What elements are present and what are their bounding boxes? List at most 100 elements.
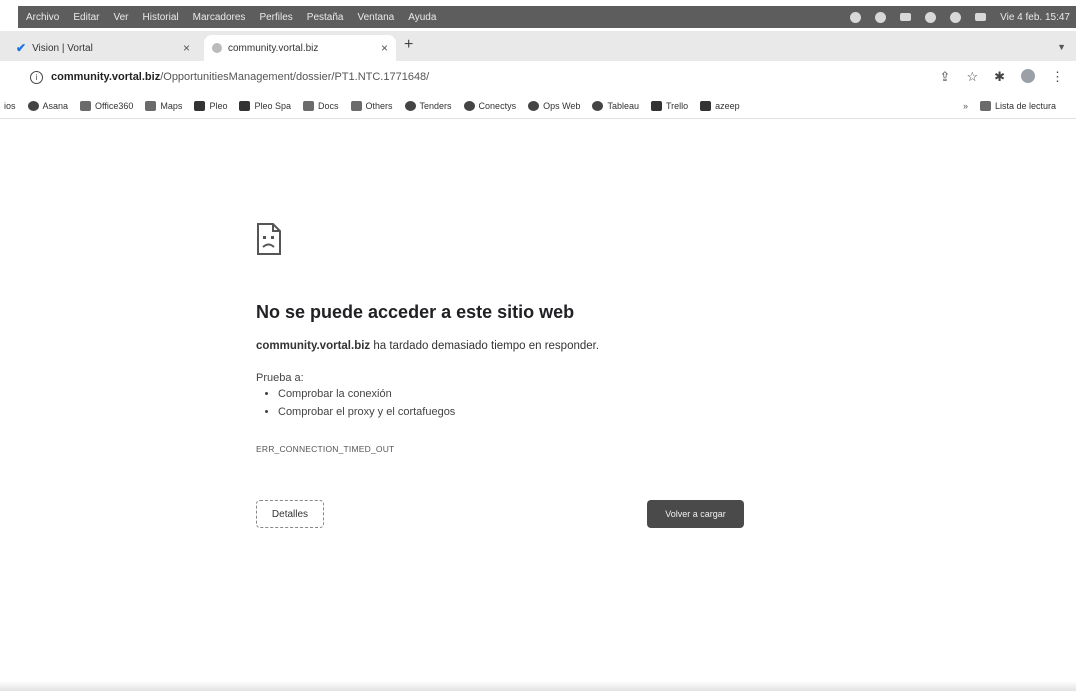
- suggestion-item: Comprobar el proxy y el cortafuegos: [278, 406, 455, 418]
- tableau-icon: [592, 100, 604, 111]
- tab-search-chevron-icon[interactable]: ▼: [1057, 42, 1066, 52]
- bookmark-pleo-spa[interactable]: Pleo Spa: [239, 100, 291, 111]
- error-description-text: ha tardado demasiado tiempo en responder…: [370, 340, 600, 352]
- menu-ventana[interactable]: Ventana: [358, 12, 395, 23]
- bookmark-tableau[interactable]: Tableau: [592, 100, 639, 111]
- bookmark-tenders[interactable]: Tenders: [404, 100, 452, 111]
- bookmark-trello[interactable]: Trello: [650, 100, 689, 111]
- bookmark-label: Others: [365, 100, 393, 111]
- new-tab-button[interactable]: +: [404, 36, 413, 54]
- error-description: community.vortal.biz ha tardado demasiad…: [256, 340, 599, 352]
- tab-vision-vortal[interactable]: ✔ Vision | Vortal ×: [8, 35, 198, 61]
- bookmark-ops-web[interactable]: Ops Web: [528, 100, 581, 111]
- tenders-icon: [404, 100, 416, 111]
- bookmark-label: Ops Web: [543, 100, 581, 111]
- profile-avatar[interactable]: [1021, 69, 1035, 83]
- bookmark-others[interactable]: Others: [350, 100, 393, 111]
- cloud-icon[interactable]: [850, 11, 862, 23]
- bookmark-azeep[interactable]: azeep: [700, 100, 740, 111]
- folder-icon: [80, 100, 92, 111]
- star-icon[interactable]: ☆: [966, 69, 978, 85]
- suggestions-list: Comprobar la conexión Comprobar el proxy…: [266, 388, 455, 424]
- menu-bar: Archivo Editar Ver Historial Marcadores …: [18, 6, 1076, 28]
- reading-list-label: Lista de lectura: [994, 100, 1056, 111]
- menu-editar[interactable]: Editar: [73, 12, 99, 23]
- bookmark-label: azeep: [715, 100, 740, 111]
- url-host: community.vortal.biz: [51, 71, 161, 83]
- globe-icon: [212, 43, 222, 53]
- error-title: No se puede acceder a este sitio web: [256, 302, 575, 322]
- details-button[interactable]: Detalles: [256, 500, 324, 528]
- control-center-icon[interactable]: [975, 13, 987, 21]
- pleo-icon: [194, 100, 206, 111]
- trello-icon: [650, 100, 662, 111]
- search-icon[interactable]: [950, 11, 962, 23]
- url-text[interactable]: community.vortal.biz/OpportunitiesManage…: [51, 71, 429, 83]
- asana-icon: [27, 100, 39, 111]
- bookmark-label: Pleo Spa: [254, 100, 291, 111]
- tab-community-vortal[interactable]: community.vortal.biz ×: [204, 35, 396, 61]
- close-icon[interactable]: ×: [183, 41, 190, 55]
- error-code: ERR_CONNECTION_TIMED_OUT: [256, 444, 395, 454]
- info-icon[interactable]: i: [30, 70, 43, 84]
- extensions-icon[interactable]: ✱: [994, 69, 1005, 85]
- share-icon[interactable]: ⇪: [940, 69, 951, 85]
- folder-icon: [145, 100, 157, 111]
- more-bookmarks-chevron-icon[interactable]: »: [963, 101, 968, 111]
- bookmarks-right: » Lista de lectura: [963, 100, 1068, 111]
- menubar-clock[interactable]: Vie 4 feb. 15:47: [1000, 12, 1070, 23]
- url-path: /OpportunitiesManagement/dossier/PT1.NTC…: [160, 71, 430, 83]
- ops-web-icon: [528, 100, 540, 111]
- bookmark-pleo[interactable]: Pleo: [194, 100, 228, 111]
- wifi-icon[interactable]: [925, 11, 937, 23]
- status-app-icon[interactable]: [875, 11, 887, 23]
- bookmark-label: Trello: [665, 100, 689, 111]
- bookmark-maps[interactable]: Maps: [145, 100, 183, 111]
- bookmark-conectys[interactable]: Conectys: [463, 100, 517, 111]
- close-icon[interactable]: ×: [381, 41, 388, 55]
- bookmark-label: Tenders: [419, 100, 452, 111]
- bookmark-label: Tableau: [607, 100, 639, 111]
- bookmark-label: Conectys: [478, 100, 517, 111]
- menu-historial[interactable]: Historial: [143, 12, 179, 23]
- menu-pestana[interactable]: Pestaña: [307, 12, 344, 23]
- bookmark-docs[interactable]: Docs: [302, 100, 339, 111]
- reading-list-button[interactable]: Lista de lectura: [979, 100, 1056, 111]
- bookmark-label: ios: [4, 100, 16, 111]
- pleo-icon: [239, 100, 251, 111]
- menu-perfiles[interactable]: Perfiles: [259, 12, 292, 23]
- bookmark-ios[interactable]: ios: [4, 101, 16, 111]
- address-bar[interactable]: i community.vortal.biz/OpportunitiesMana…: [0, 61, 1076, 93]
- try-label: Prueba a:: [256, 372, 304, 384]
- battery-icon[interactable]: [900, 13, 912, 21]
- menu-archivo[interactable]: Archivo: [26, 12, 59, 23]
- bookmark-label: Pleo: [209, 100, 228, 111]
- suggestion-item: Comprobar la conexión: [278, 388, 455, 400]
- bookmark-label: Maps: [160, 100, 183, 111]
- address-actions: ⇪ ☆ ✱ ⋮: [940, 69, 1064, 85]
- sad-page-icon: [257, 223, 281, 255]
- azeep-icon: [700, 100, 712, 111]
- folder-icon: [350, 100, 362, 111]
- menu-ayuda[interactable]: Ayuda: [408, 12, 436, 23]
- reload-button[interactable]: Volver a cargar: [647, 500, 744, 528]
- tab-strip: ✔ Vision | Vortal × community.vortal.biz…: [0, 31, 1076, 61]
- menu-marcadores[interactable]: Marcadores: [193, 12, 246, 23]
- conectys-icon: [463, 100, 475, 111]
- tab-label: community.vortal.biz: [228, 42, 319, 54]
- tab-label: Vision | Vortal: [32, 42, 93, 54]
- vortal-favicon-icon: ✔: [16, 41, 27, 55]
- page-bottom-edge: [0, 681, 1076, 691]
- reading-list-icon: [979, 100, 991, 111]
- menu-ver[interactable]: Ver: [113, 12, 128, 23]
- bookmark-asana[interactable]: Asana: [27, 100, 69, 111]
- folder-icon: [302, 100, 314, 111]
- error-domain: community.vortal.biz: [256, 340, 371, 352]
- error-page: No se puede acceder a este sitio web com…: [0, 120, 1076, 691]
- bookmark-office360[interactable]: Office360: [80, 100, 134, 111]
- bookmark-label: Office360: [95, 100, 134, 111]
- menubar-status-area: Vie 4 feb. 15:47: [850, 11, 1076, 23]
- bookmark-label: Asana: [42, 100, 69, 111]
- more-menu-icon[interactable]: ⋮: [1051, 69, 1064, 85]
- bookmark-label: Docs: [317, 100, 339, 111]
